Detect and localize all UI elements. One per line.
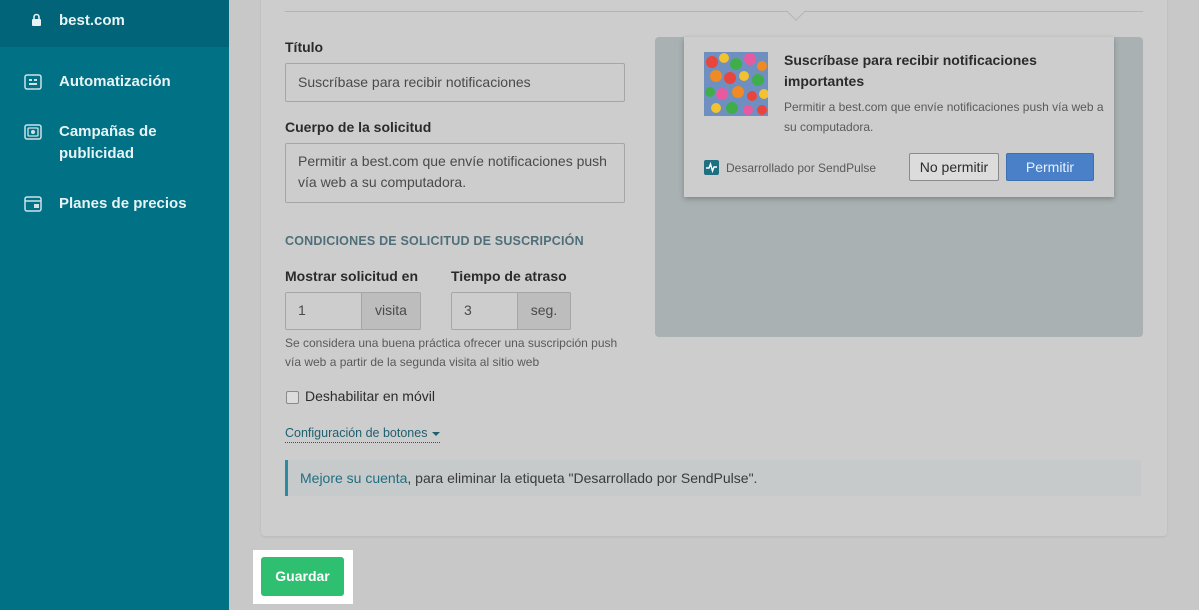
caret-down-icon	[432, 431, 441, 436]
show-visit-input[interactable]: 1	[285, 292, 362, 330]
preview-title: Suscríbase para recibir notificaciones i…	[784, 52, 1037, 89]
main-content: Título Suscríbase para recibir notificac…	[229, 0, 1199, 610]
deny-button[interactable]: No permitir	[909, 153, 999, 181]
upgrade-notice: Mejore su cuenta, para eliminar la etiqu…	[285, 460, 1141, 496]
sidebar-item-label: Automatización	[59, 73, 171, 90]
save-highlight: Guardar	[253, 550, 353, 604]
buttons-config-dropdown[interactable]: Configuración de botones	[285, 426, 441, 443]
sidebar-site-header[interactable]: best.com	[0, 0, 229, 47]
show-label: Mostrar solicitud en	[285, 268, 419, 284]
automation-icon	[24, 74, 42, 90]
save-button[interactable]: Guardar	[261, 557, 344, 596]
site-name: best.com	[59, 12, 125, 29]
upgrade-link[interactable]: Mejore su cuenta	[300, 470, 407, 486]
delay-unit: seg.	[518, 292, 571, 330]
sendpulse-logo-icon	[704, 160, 719, 175]
disable-mobile-label[interactable]: Deshabilitar en móvil	[305, 388, 435, 404]
show-unit: visita	[362, 292, 421, 330]
pricing-icon	[24, 196, 42, 212]
campaigns-icon	[24, 124, 42, 140]
delay-input[interactable]: 3	[451, 292, 518, 330]
divider	[285, 11, 1143, 12]
sidebar: best.com Automatización Campañas de publ…	[0, 0, 229, 610]
body-label: Cuerpo de la solicitud	[285, 119, 432, 135]
notice-text: , para eliminar la etiqueta "Desarrollad…	[407, 470, 758, 486]
visit-hint: Se considera una buena práctica ofrecer …	[285, 336, 618, 369]
title-label: Título	[285, 39, 324, 55]
conditions-title: CONDICIONES DE SOLICITUD DE SUSCRIPCIÓN	[285, 234, 584, 248]
powered-by: Desarrollado por SendPulse	[726, 161, 877, 175]
lock-icon	[32, 13, 41, 26]
buttons-config-label: Configuración de botones	[285, 426, 428, 440]
sidebar-item-label: Planes de precios	[59, 195, 187, 212]
push-preview-popup: Suscríbase para recibir notificaciones i…	[684, 37, 1114, 197]
preview-body: Permitir a best.com que envíe notificaci…	[784, 100, 1104, 134]
body-textarea[interactable]: Permitir a best.com que envíe notificaci…	[285, 143, 625, 203]
title-input[interactable]: Suscríbase para recibir notificaciones	[285, 63, 625, 102]
delay-label: Tiempo de atraso	[451, 268, 567, 284]
balloons-image	[704, 52, 768, 116]
disable-mobile-checkbox[interactable]	[286, 391, 299, 404]
sidebar-item-label: Campañas de publicidad	[59, 123, 157, 162]
allow-button[interactable]: Permitir	[1006, 153, 1094, 181]
